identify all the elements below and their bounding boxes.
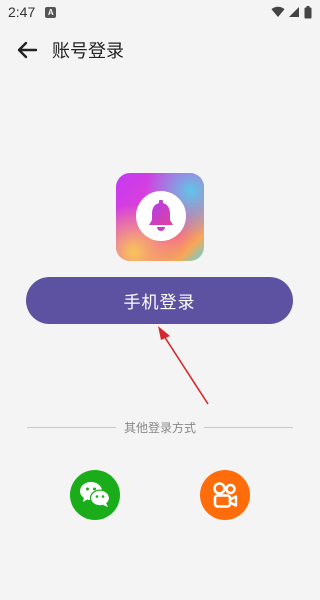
signal-icon <box>289 7 299 17</box>
status-bar: 2:47 A <box>0 0 320 24</box>
wechat-login-button[interactable] <box>70 470 120 520</box>
wechat-icon <box>80 482 111 507</box>
divider-line-right <box>204 426 294 428</box>
battery-icon <box>304 5 312 18</box>
phone-login-button[interactable]: 手机登录 <box>26 277 293 324</box>
app-header: 账号登录 <box>0 30 320 70</box>
page-title: 账号登录 <box>52 41 124 62</box>
bell-icon <box>149 200 173 231</box>
wifi-icon <box>271 6 285 18</box>
kuaishou-login-button[interactable] <box>200 470 250 520</box>
notification-icon: A <box>45 6 57 18</box>
bell-badge <box>136 191 186 241</box>
other-login-divider: 其他登录方式 <box>27 418 294 436</box>
other-login-label: 其他登录方式 <box>124 420 197 435</box>
arrow-left-icon <box>17 41 38 59</box>
status-time: 2:47 <box>8 4 36 20</box>
kuaishou-icon <box>213 482 238 508</box>
back-button[interactable] <box>12 35 42 65</box>
status-indicators <box>271 5 312 19</box>
divider-line-left <box>27 426 116 428</box>
app-logo <box>116 173 204 261</box>
